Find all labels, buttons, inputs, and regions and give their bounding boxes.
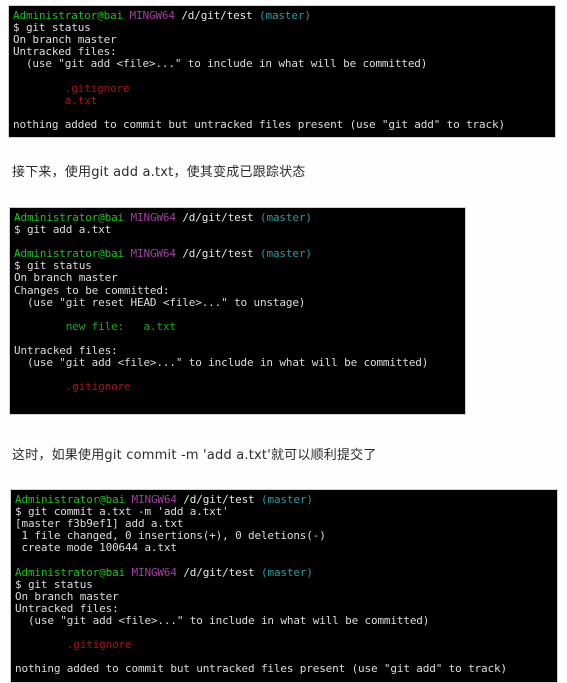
prompt-branch: (master)	[261, 565, 313, 579]
prompt-branch: (master)	[259, 9, 311, 22]
terminal-output-line: $ git add a.txt	[14, 223, 112, 237]
prompt-path: /d/git/test	[183, 565, 255, 579]
prompt-path: /d/git/test	[182, 211, 254, 224]
terminal-output-line: .gitignore	[13, 81, 130, 95]
terminal-output-line: (use "git add <file>..." to include in w…	[15, 613, 430, 627]
prompt-branch: (master)	[260, 247, 312, 261]
terminal-window-git-status-untracked[interactable]: Administrator@bai MINGW64 /d/git/test (m…	[8, 5, 556, 138]
prompt-host: MINGW64	[131, 493, 177, 506]
prompt-host: MINGW64	[130, 211, 176, 224]
prompt-path: /d/git/test	[182, 247, 254, 261]
terminal-output-line: new file: a.txt	[14, 319, 176, 333]
prompt-user: Administrator@bai	[14, 211, 125, 224]
terminal-prompt-line: Administrator@bai MINGW64 /d/git/test (m…	[13, 9, 555, 22]
terminal-output-line: Changes to be committed:	[14, 283, 170, 297]
terminal-output-line: .gitignore	[14, 380, 131, 394]
terminal-prompt-line: Administrator@bai MINGW64 /d/git/test (m…	[15, 565, 557, 579]
terminal-output-line: a.txt	[13, 93, 98, 107]
terminal-output-line: create mode 100644 a.txt	[15, 541, 177, 555]
prompt-path: /d/git/test	[183, 493, 255, 506]
prompt-host: MINGW64	[130, 247, 176, 261]
prompt-user: Administrator@bai	[15, 493, 126, 506]
prompt-user: Administrator@bai	[14, 247, 125, 261]
prompt-host: MINGW64	[131, 565, 177, 579]
prompt-host: MINGW64	[129, 9, 175, 22]
terminal-output-line: (use "git add <file>..." to include in w…	[14, 356, 429, 370]
terminal-output-2: Administrator@bai MINGW64 /d/git/test (m…	[14, 211, 465, 406]
terminal-output-line: .gitignore	[15, 638, 132, 652]
note-text-git-add: 接下来，使用git add a.txt，使其变成已跟踪状态	[12, 165, 306, 180]
terminal-output-1: Administrator@bai MINGW64 /d/git/test (m…	[13, 9, 555, 131]
terminal-output-line: (use "git reset HEAD <file>..." to unsta…	[14, 295, 306, 309]
terminal-output-line: On branch master	[14, 271, 118, 285]
terminal-output-line: nothing added to commit but untracked fi…	[13, 117, 505, 131]
terminal-output-line: nothing added to commit but untracked fi…	[15, 662, 507, 676]
terminal-output-line: $ git status	[15, 577, 93, 591]
prompt-branch: (master)	[261, 493, 313, 506]
prompt-user: Administrator@bai	[13, 9, 124, 22]
terminal-output-line: (use "git add <file>..." to include in w…	[13, 57, 428, 71]
terminal-window-git-add[interactable]: Administrator@bai MINGW64 /d/git/test (m…	[9, 207, 466, 415]
note-text-git-commit: 这时，如果使用git commit -m 'add a.txt'就可以顺利提交了	[12, 448, 377, 463]
terminal-window-git-commit[interactable]: Administrator@bai MINGW64 /d/git/test (m…	[10, 489, 558, 683]
prompt-user: Administrator@bai	[15, 565, 126, 579]
terminal-output-3: Administrator@bai MINGW64 /d/git/test (m…	[15, 493, 557, 676]
prompt-branch: (master)	[260, 211, 312, 224]
prompt-path: /d/git/test	[181, 9, 253, 22]
